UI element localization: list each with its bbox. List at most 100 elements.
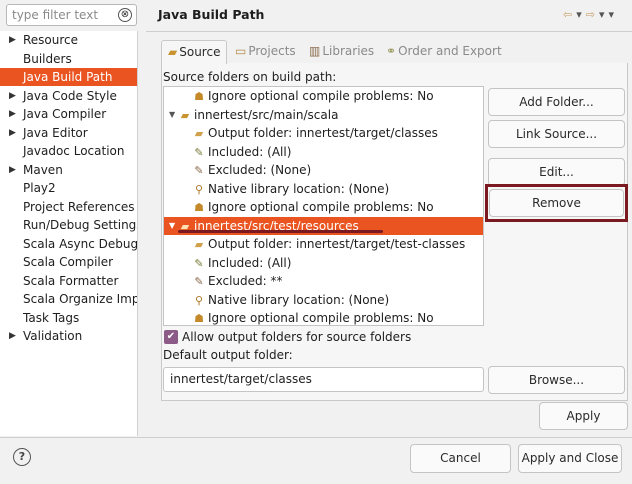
allow-output-checkbox[interactable]: ✔	[164, 330, 178, 344]
nav-item-label: Scala Formatter	[23, 273, 119, 288]
ignore-icon: ☗	[194, 90, 204, 103]
nav-item[interactable]: Scala Async Debugger	[0, 235, 138, 253]
nav-item[interactable]: Builders	[0, 50, 137, 68]
expand-arrow-icon[interactable]: ▶	[9, 327, 16, 345]
forward-arrow-icon[interactable]: ⇨	[586, 8, 599, 21]
row-label: Native library location: (None)	[208, 181, 390, 196]
collapse-arrow-icon[interactable]: ▼	[169, 106, 175, 124]
default-output-label: Default output folder:	[163, 348, 293, 362]
footer-separator	[0, 437, 632, 438]
nav-item[interactable]: Javadoc Location	[0, 142, 137, 160]
nav-item[interactable]: Task Tags	[0, 309, 137, 327]
clear-filter-icon[interactable]: ⊗	[118, 8, 132, 22]
source-folder-row[interactable]: ▼ ▰ innertest/src/main/scala	[164, 106, 483, 124]
tab-source[interactable]: ▰ Source	[161, 40, 228, 64]
tab-label: Source	[179, 45, 221, 59]
source-attribute-row[interactable]: ▰ Output folder: innertest/target/classes	[164, 124, 483, 142]
tab-order-export[interactable]: ⚭ Order and Export	[386, 40, 502, 64]
nav-item-label: Task Tags	[23, 310, 80, 325]
source-attribute-row[interactable]: ✎ Excluded: **	[164, 272, 483, 290]
filter-box[interactable]: ⊗	[6, 4, 137, 26]
page-title: Java Build Path	[158, 7, 265, 22]
order-export-icon: ⚭	[386, 44, 397, 58]
expand-arrow-icon[interactable]: ▶	[9, 161, 16, 179]
nav-item[interactable]: ▶ Resource	[0, 31, 137, 49]
expand-arrow-icon[interactable]: ▶	[9, 105, 16, 123]
add-folder-button[interactable]: Add Folder...	[488, 88, 625, 116]
nav-item-label: Java Code Style	[23, 88, 117, 103]
expand-arrow-icon[interactable]: ▶	[9, 31, 16, 49]
source-attribute-row[interactable]: ▰ Output folder: innertest/target/test-cl…	[164, 235, 483, 253]
tab-label: Projects	[248, 44, 296, 58]
nav-item[interactable]: ▶ Java Compiler	[0, 105, 137, 123]
help-icon[interactable]: ?	[13, 448, 31, 466]
back-arrow-icon[interactable]: ⇦	[563, 8, 576, 21]
nav-item[interactable]: Project References	[0, 198, 137, 216]
expand-arrow-icon[interactable]: ▶	[9, 124, 16, 142]
row-label: Ignore optional compile problems: No	[208, 311, 434, 325]
source-folders-tree[interactable]: ☗ Ignore optional compile problems: No ▼ ▰ i…	[163, 86, 484, 326]
nav-item-label: Project References	[23, 199, 135, 214]
nav-item[interactable]: Play2	[0, 179, 137, 197]
filter-input[interactable]	[12, 7, 112, 23]
tab-projects[interactable]: ▭ Projects	[235, 40, 296, 64]
row-label: innertest/src/main/scala	[194, 107, 339, 122]
row-label: Output folder: innertest/target/test-cla…	[208, 237, 466, 251]
ignore-icon: ☗	[194, 312, 204, 325]
source-attribute-row[interactable]: ☗ Ignore optional compile problems: No	[164, 87, 483, 105]
nav-item[interactable]: ▶ Java Editor	[0, 124, 137, 142]
nav-item-label: Maven	[23, 162, 63, 177]
source-folders-heading: Source folders on build path:	[163, 70, 337, 84]
nav-item-label: Scala Organize Imports	[23, 292, 138, 306]
apply-button[interactable]: Apply	[539, 402, 628, 430]
tab-label: Order and Export	[398, 44, 502, 58]
edit-button[interactable]: Edit...	[488, 158, 625, 186]
link-source-button[interactable]: Link Source...	[488, 120, 625, 148]
nav-item-label: Javadoc Location	[23, 144, 125, 158]
nav-item-label: Scala Compiler	[23, 255, 114, 269]
nav-item[interactable]: Java Build Path	[0, 68, 137, 86]
nav-item[interactable]: Scala Formatter	[0, 272, 137, 290]
native-library-icon: ⚲	[194, 182, 204, 196]
default-output-field[interactable]: innertest/target/classes	[163, 367, 484, 392]
tab-libraries[interactable]: ▥ Libraries	[309, 40, 374, 64]
expand-arrow-icon[interactable]: ▶	[9, 87, 16, 105]
collapse-arrow-icon[interactable]: ▼	[169, 217, 175, 235]
source-attribute-row[interactable]: ☗ Ignore optional compile problems: No	[164, 309, 483, 325]
source-attribute-row[interactable]: ⚲ Native library location: (None)	[164, 291, 483, 309]
source-attribute-row[interactable]: ⚲ Native library location: (None)	[164, 180, 483, 198]
nav-item[interactable]: Run/Debug Settings	[0, 216, 137, 234]
source-attribute-row[interactable]: ✎ Excluded: (None)	[164, 161, 483, 179]
row-label: Excluded: **	[208, 274, 283, 288]
package-folder-icon: ▰	[180, 108, 190, 122]
native-library-icon: ⚲	[194, 293, 204, 307]
nav-item-label: Play2	[23, 181, 56, 195]
source-folder-icon: ▰	[168, 45, 178, 59]
nav-item-label: Resource	[23, 33, 79, 47]
output-folder-icon: ▰	[194, 127, 204, 140]
view-menu-icon[interactable]: ▾	[608, 8, 618, 21]
source-attribute-row[interactable]: ☗ Ignore optional compile problems: No	[164, 198, 483, 216]
cancel-button[interactable]: Cancel	[410, 444, 511, 473]
output-folder-icon: ▰	[194, 238, 204, 251]
nav-item[interactable]: Scala Organize Imports	[0, 290, 138, 308]
nav-item-label: Java Build Path	[23, 70, 113, 84]
nav-item[interactable]: ▶ Java Code Style	[0, 87, 137, 105]
libraries-icon: ▥	[309, 44, 321, 58]
included-icon: ✎	[194, 256, 204, 270]
source-attribute-row[interactable]: ✎ Included: (All)	[164, 254, 483, 272]
source-attribute-row[interactable]: ✎ Included: (All)	[164, 143, 483, 161]
apply-and-close-button[interactable]: Apply and Close	[518, 444, 622, 473]
nav-item[interactable]: ▶ Validation	[0, 327, 137, 345]
nav-item-label: Builders	[23, 51, 72, 66]
browse-button[interactable]: Browse...	[488, 366, 625, 394]
allow-output-label[interactable]: Allow output folders for source folders	[182, 330, 411, 344]
row-label: Native library location: (None)	[208, 292, 390, 307]
remove-highlight-frame	[485, 184, 628, 222]
nav-item-label: Validation	[23, 329, 83, 343]
row-label: Included: (All)	[208, 144, 292, 159]
nav-item-label: Scala Async Debugger	[23, 236, 138, 251]
nav-item[interactable]: Scala Compiler	[0, 253, 137, 271]
nav-item[interactable]: ▶ Maven	[0, 161, 137, 179]
back-dropdown-icon[interactable]: ▾	[576, 8, 586, 21]
